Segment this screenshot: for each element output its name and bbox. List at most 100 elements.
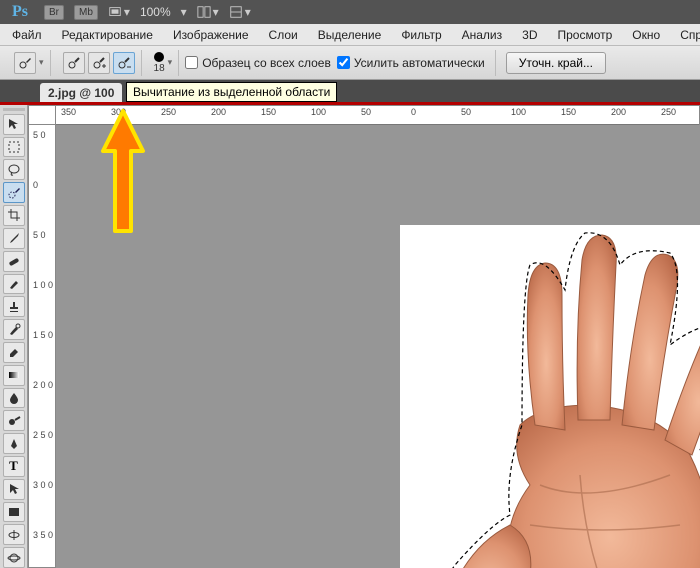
annotation-arrow [98, 106, 148, 236]
3d-tool[interactable] [3, 524, 25, 545]
eraser-icon [7, 345, 21, 359]
droplet-icon [7, 391, 21, 405]
bridge-button[interactable]: Br [44, 5, 64, 20]
auto-enhance-checkbox[interactable]: Усилить автоматически [337, 56, 485, 70]
brush-icon [7, 277, 21, 291]
eyedropper-icon [7, 231, 21, 245]
rectangle-icon [7, 505, 21, 519]
document-tabs: 2.jpg @ 100 Вычитание из выделенной обла… [0, 80, 700, 102]
app-bar: Ps Br Mb ▾ 100% ▾ ▾ ▾ [0, 0, 700, 24]
menu-window[interactable]: Окно [624, 26, 668, 44]
ruler-horizontal[interactable]: 350 300 250 200 150 100 50 0 50 100 150 … [56, 105, 700, 125]
ruler-h-tick: 250 [161, 107, 176, 117]
brush-size-label: 18 [154, 63, 165, 74]
type-icon: T [9, 458, 18, 474]
gradient-tool[interactable] [3, 365, 25, 386]
ruler-vertical[interactable]: 5 0 0 5 0 1 0 0 1 5 0 2 0 0 2 5 0 3 0 0 … [28, 125, 56, 568]
ruler-h-tick: 100 [511, 107, 526, 117]
minibridge-button[interactable]: Mb [74, 5, 98, 20]
lasso-icon [7, 163, 21, 177]
3d-camera-tool[interactable] [3, 547, 25, 568]
stamp-tool[interactable] [3, 296, 25, 317]
marquee-icon [7, 140, 21, 154]
document-image [400, 225, 700, 568]
path-selection-tool[interactable] [3, 479, 25, 500]
canvas[interactable] [56, 125, 700, 568]
document-tab[interactable]: 2.jpg @ 100 [40, 83, 122, 102]
subtract-selection-button[interactable] [113, 52, 135, 74]
menu-layer[interactable]: Слои [261, 26, 306, 44]
move-icon [7, 117, 21, 131]
quick-selection-icon [7, 186, 21, 200]
quick-selection-icon [18, 56, 32, 70]
menu-filter[interactable]: Фильтр [393, 26, 449, 44]
toolbox-handle[interactable] [3, 108, 25, 111]
pen-icon [7, 437, 21, 451]
menu-analysis[interactable]: Анализ [454, 26, 511, 44]
brush-plus-icon [92, 56, 106, 70]
arrow-icon [7, 482, 21, 496]
ruler-v-tick: 5 0 [33, 130, 46, 140]
ruler-h-tick: 200 [211, 107, 226, 117]
add-selection-button[interactable] [88, 52, 110, 74]
brush-dot-icon [154, 52, 164, 62]
history-brush-tool[interactable] [3, 319, 25, 340]
refine-edge-button[interactable]: Уточн. край... [506, 52, 606, 74]
quick-selection-tool[interactable] [3, 182, 25, 203]
ruler-v-tick: 3 5 0 [33, 530, 53, 540]
extras-dropdown[interactable]: ▾ [229, 5, 251, 19]
shape-tool[interactable] [3, 502, 25, 523]
screen-mode-dropdown[interactable]: ▾ [108, 5, 130, 19]
type-tool[interactable]: T [3, 456, 25, 477]
ruler-v-tick: 0 [33, 180, 38, 190]
ruler-h-tick: 50 [361, 107, 371, 117]
3d-orbit-icon [7, 551, 21, 565]
ruler-corner [28, 105, 56, 125]
menu-image[interactable]: Изображение [165, 26, 257, 44]
current-tool-icon[interactable] [14, 52, 36, 74]
app-logo: Ps [6, 3, 34, 21]
auto-enhance-label: Усилить автоматически [354, 56, 485, 70]
menu-edit[interactable]: Редактирование [54, 26, 161, 44]
marquee-tool[interactable] [3, 137, 25, 158]
ruler-v-tick: 1 0 0 [33, 280, 53, 290]
menu-select[interactable]: Выделение [310, 26, 390, 44]
ruler-h-tick: 0 [411, 107, 416, 117]
eyedropper-tool[interactable] [3, 228, 25, 249]
3d-rotate-icon [7, 528, 21, 542]
menu-file[interactable]: Файл [4, 26, 50, 44]
gradient-icon [7, 368, 21, 382]
tooltip: Вычитание из выделенной области [126, 82, 337, 102]
ruler-h-tick: 50 [461, 107, 471, 117]
eraser-tool[interactable] [3, 342, 25, 363]
lasso-tool[interactable] [3, 159, 25, 180]
sample-all-layers-checkbox[interactable]: Образец со всех слоев [185, 56, 331, 70]
brush-tool[interactable] [3, 274, 25, 295]
blur-tool[interactable] [3, 388, 25, 409]
menu-help[interactable]: Справка [672, 26, 700, 44]
options-bar: ▾ 18 ▾ Образец со всех слоев Усилить авт… [0, 46, 700, 80]
healing-tool[interactable] [3, 251, 25, 272]
brush-preset-picker[interactable]: 18 [154, 52, 165, 74]
ruler-v-tick: 1 5 0 [33, 330, 53, 340]
ruler-v-tick: 2 5 0 [33, 430, 53, 440]
dodge-tool[interactable] [3, 410, 25, 431]
auto-enhance-input[interactable] [337, 56, 350, 69]
dodge-icon [7, 414, 21, 428]
pen-tool[interactable] [3, 433, 25, 454]
zoom-field[interactable]: 100% [140, 5, 171, 19]
new-selection-button[interactable] [63, 52, 85, 74]
toolbox: T [0, 105, 28, 568]
sample-all-input[interactable] [185, 56, 198, 69]
ruler-v-tick: 5 0 [33, 230, 46, 240]
stamp-icon [7, 300, 21, 314]
ruler-h-tick: 200 [611, 107, 626, 117]
menu-3d[interactable]: 3D [514, 26, 545, 44]
hand-image [410, 225, 700, 568]
menu-bar: Файл Редактирование Изображение Слои Выд… [0, 24, 700, 46]
arrange-docs-dropdown[interactable]: ▾ [197, 5, 219, 19]
crop-tool[interactable] [3, 205, 25, 226]
move-tool[interactable] [3, 114, 25, 135]
menu-view[interactable]: Просмотр [549, 26, 620, 44]
sample-all-label: Образец со всех слоев [202, 56, 331, 70]
